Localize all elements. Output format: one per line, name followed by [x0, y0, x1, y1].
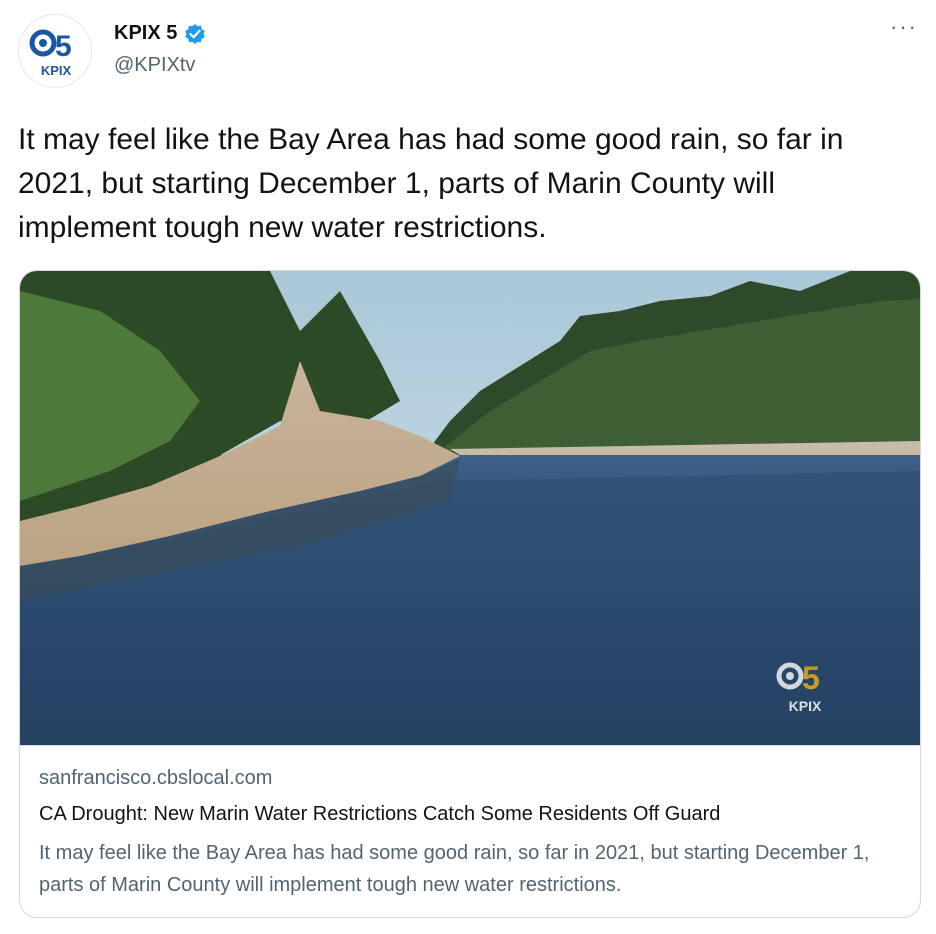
avatar-logo-text: KPIX: [41, 63, 72, 78]
verified-badge-icon: [185, 23, 206, 44]
card-description: It may feel like the Bay Area has had so…: [39, 842, 870, 896]
card-domain: sanfrancisco.cbslocal.com: [39, 767, 273, 789]
watermark-text: KPIX: [789, 698, 822, 714]
card-image[interactable]: 5 KPIX: [20, 271, 920, 745]
display-name[interactable]: KPIX 5: [114, 22, 177, 45]
more-options-button[interactable]: ···: [890, 14, 918, 40]
link-card[interactable]: 5 KPIX sanfrancisco.cbslocal.com CA Drou…: [19, 270, 921, 918]
reservoir-photo: 5 KPIX: [20, 271, 920, 745]
name-row: KPIX 5: [114, 22, 206, 45]
avatar-logo-number: 5: [55, 30, 72, 63]
card-title[interactable]: CA Drought: New Marin Water Restrictions…: [39, 803, 720, 826]
avatar[interactable]: 5 KPIX: [18, 14, 92, 88]
ellipsis-icon: ···: [890, 14, 918, 39]
card-divider: [20, 745, 920, 746]
kpix-logo-icon: 5 KPIX: [29, 29, 72, 78]
watermark-number: 5: [802, 660, 820, 696]
account-handle[interactable]: @KPIXtv: [114, 54, 195, 77]
tweet-text: It may feel like the Bay Area has had so…: [18, 123, 844, 244]
